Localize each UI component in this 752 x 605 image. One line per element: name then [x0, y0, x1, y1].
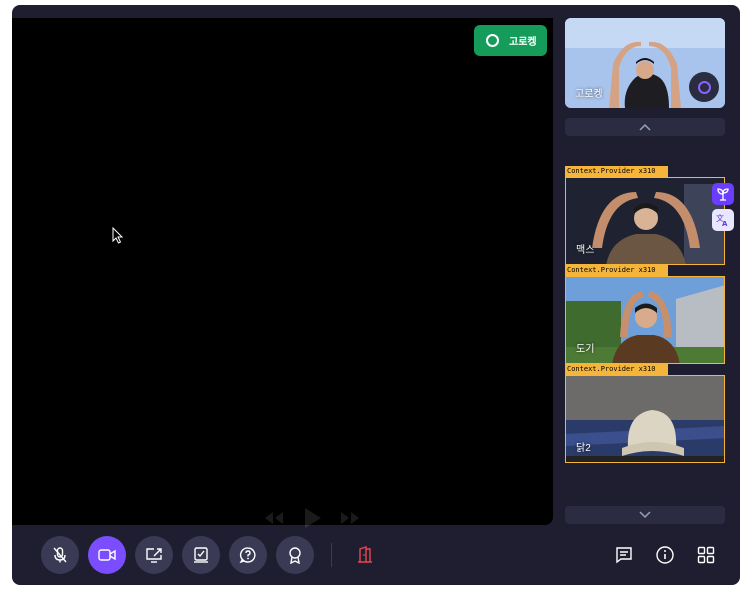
meeting-window: 고로켕 고로켕 Context.Provider x310 맥스 Context…	[12, 5, 740, 585]
plant-icon[interactable]	[712, 183, 734, 205]
medal-icon	[289, 547, 301, 564]
participant-tile-dak2[interactable]: 닭2	[565, 375, 725, 463]
check-board-icon	[194, 547, 208, 563]
chat-icon	[616, 547, 632, 564]
control-divider	[331, 543, 332, 567]
participant-tile-max[interactable]: 맥스	[565, 177, 725, 265]
mic-off-icon	[53, 547, 67, 563]
presenter-name: 고로켕	[509, 37, 537, 48]
main-video-stage[interactable]	[12, 18, 553, 528]
participant-name: 맥스	[576, 245, 595, 256]
screen-share-icon	[146, 548, 162, 563]
floating-tools: 文A	[712, 183, 736, 235]
info-icon	[656, 546, 674, 564]
debug-label: Context.Provider x310	[565, 364, 668, 375]
participant-sidebar: 고로켕 Context.Provider x310 맥스 Context.Pro…	[565, 18, 725, 528]
self-video-tile[interactable]: 고로켕	[565, 18, 725, 108]
exit-door-icon	[358, 546, 372, 563]
info-button[interactable]	[652, 542, 678, 568]
scroll-up-button[interactable]	[565, 118, 725, 136]
camera-button[interactable]	[88, 536, 126, 574]
question-button[interactable]	[229, 536, 267, 574]
chevron-down-icon	[639, 511, 651, 519]
leave-button[interactable]	[352, 542, 378, 568]
circle-ring-icon[interactable]	[689, 72, 719, 102]
scroll-down-button[interactable]	[565, 506, 725, 524]
presenter-badge: 고로켕	[474, 25, 547, 56]
award-button[interactable]	[276, 536, 314, 574]
rewind-icon	[265, 512, 283, 524]
screen-share-button[interactable]	[135, 536, 173, 574]
participant-tile-dogi[interactable]: 도기	[565, 276, 725, 364]
chevron-up-icon	[639, 123, 651, 131]
grid-icon	[697, 546, 715, 564]
participant-name: 도기	[576, 344, 595, 355]
circle-icon	[486, 34, 499, 47]
svg-text:A: A	[722, 220, 728, 227]
mouse-cursor-icon	[112, 227, 124, 244]
participant-name: 닭2	[576, 443, 591, 454]
debug-label: Context.Provider x310	[565, 166, 668, 177]
mic-off-button[interactable]	[41, 536, 79, 574]
debug-label: Context.Provider x310	[565, 265, 668, 276]
question-bubble-icon	[239, 547, 256, 564]
translate-icon[interactable]: 文A	[712, 209, 734, 231]
self-name: 고로켕	[575, 89, 603, 100]
grid-view-button[interactable]	[693, 542, 719, 568]
chat-button[interactable]	[611, 542, 637, 568]
fast-forward-icon	[341, 512, 359, 524]
whiteboard-button[interactable]	[182, 536, 220, 574]
video-camera-icon	[98, 549, 116, 561]
control-bar	[12, 525, 740, 585]
